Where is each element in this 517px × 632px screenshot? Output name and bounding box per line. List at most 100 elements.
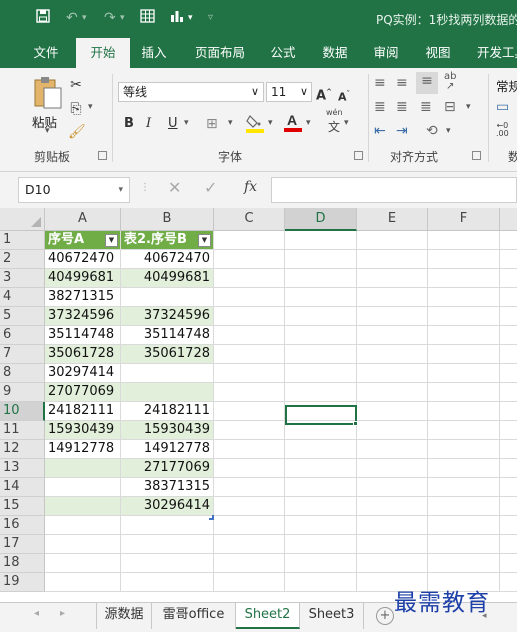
next-sheet-icon[interactable]: ▸ xyxy=(60,608,65,619)
table-cell[interactable]: 35114748 xyxy=(45,326,121,345)
wrap-dropdown-icon[interactable]: ▾ xyxy=(446,126,451,136)
table-cell[interactable]: 14912778 xyxy=(121,440,214,459)
cell-d12[interactable] xyxy=(285,440,357,459)
tab-file[interactable]: 文件 xyxy=(26,38,66,68)
border-dropdown-icon[interactable]: ▾ xyxy=(228,118,233,128)
tab-insert[interactable]: 插入 xyxy=(134,38,174,68)
row-header-12[interactable]: 12 xyxy=(0,440,45,459)
font-launcher-icon[interactable] xyxy=(354,151,363,160)
font-color-icon[interactable]: A xyxy=(284,112,302,137)
table-cell[interactable] xyxy=(121,364,214,383)
table-cell[interactable] xyxy=(121,288,214,307)
cell-c10[interactable] xyxy=(214,402,285,421)
column-header-a[interactable]: A xyxy=(45,208,121,231)
cell-f13[interactable] xyxy=(428,459,500,478)
align-left-icon[interactable]: ≣ xyxy=(374,98,386,116)
phonetic-dropdown-icon[interactable]: ▾ xyxy=(344,118,349,128)
name-box[interactable]: D10 ▾ xyxy=(18,177,130,203)
cell-b16[interactable] xyxy=(121,516,214,535)
sheet-tab-sheet3[interactable]: Sheet3 xyxy=(300,603,364,629)
cell-e7[interactable] xyxy=(357,345,428,364)
row-header-19[interactable]: 19 xyxy=(0,573,45,592)
font-size-select[interactable]: 11 ∨ xyxy=(266,82,312,102)
cell-g3[interactable] xyxy=(500,269,517,288)
cell-d4[interactable] xyxy=(285,288,357,307)
shrink-font-icon[interactable]: Aˇ xyxy=(338,85,350,107)
active-cell-d10[interactable] xyxy=(285,405,357,425)
clipboard-launcher-icon[interactable] xyxy=(98,151,107,160)
phonetic-icon[interactable]: 文 xyxy=(328,118,340,135)
cell-d8[interactable] xyxy=(285,364,357,383)
cell-c8[interactable] xyxy=(214,364,285,383)
cell-e3[interactable] xyxy=(357,269,428,288)
cell-g9[interactable] xyxy=(500,383,517,402)
cell-g15[interactable] xyxy=(500,497,517,516)
align-bottom-icon[interactable]: ≡ xyxy=(416,72,438,94)
cell-a19[interactable] xyxy=(45,573,121,592)
alignment-launcher-icon[interactable] xyxy=(472,151,481,160)
cell-g7[interactable] xyxy=(500,345,517,364)
tab-formulas[interactable]: 公式 xyxy=(263,38,303,68)
cell-c1[interactable] xyxy=(214,231,285,250)
phonetic-top[interactable]: wén xyxy=(326,108,343,117)
font-name-select[interactable]: 等线 ∨ xyxy=(118,82,264,102)
redo-dropdown-icon[interactable]: ▾ xyxy=(120,9,125,27)
align-middle-icon[interactable]: ≡ xyxy=(396,74,408,92)
row-header-8[interactable]: 8 xyxy=(0,364,45,383)
cell-f7[interactable] xyxy=(428,345,500,364)
fill-dropdown-icon[interactable]: ▾ xyxy=(268,118,273,128)
column-header-b[interactable]: B xyxy=(121,208,214,231)
table-cell[interactable]: 14912778 xyxy=(45,440,121,459)
table-cell[interactable]: 35061728 xyxy=(45,345,121,364)
cell-d16[interactable] xyxy=(285,516,357,535)
cell-f16[interactable] xyxy=(428,516,500,535)
row-header-15[interactable]: 15 xyxy=(0,497,45,516)
increase-indent-icon[interactable]: ⇥ xyxy=(396,122,408,140)
cell-g5[interactable] xyxy=(500,307,517,326)
cell-c15[interactable] xyxy=(214,497,285,516)
cell-g6[interactable] xyxy=(500,326,517,345)
formula-input[interactable] xyxy=(271,177,517,203)
format-painter-icon[interactable]: 🖌 xyxy=(68,123,86,141)
cell-f18[interactable] xyxy=(428,554,500,573)
cell-a17[interactable] xyxy=(45,535,121,554)
cell-d3[interactable] xyxy=(285,269,357,288)
copy-icon[interactable]: ⎘ xyxy=(68,100,84,118)
cell-c13[interactable] xyxy=(214,459,285,478)
table-resize-handle[interactable] xyxy=(209,515,214,520)
orientation-icon[interactable]: ab ↗ xyxy=(444,72,456,92)
cell-c16[interactable] xyxy=(214,516,285,535)
tab-page-layout[interactable]: 页面布局 xyxy=(188,38,252,68)
cell-f12[interactable] xyxy=(428,440,500,459)
table-cell[interactable]: 40672470 xyxy=(45,250,121,269)
cell-c2[interactable] xyxy=(214,250,285,269)
align-center-icon[interactable]: ≣ xyxy=(396,98,408,116)
row-header-14[interactable]: 14 xyxy=(0,478,45,497)
table-cell[interactable]: 30296414 xyxy=(121,497,214,516)
cell-c12[interactable] xyxy=(214,440,285,459)
border-icon[interactable]: ⊞ xyxy=(206,115,218,133)
row-header-18[interactable]: 18 xyxy=(0,554,45,573)
cell-f10[interactable] xyxy=(428,402,500,421)
table-cell[interactable]: 35061728 xyxy=(121,345,214,364)
cell-g1[interactable] xyxy=(500,231,517,250)
cell-g18[interactable] xyxy=(500,554,517,573)
cell-c19[interactable] xyxy=(214,573,285,592)
sheet-tab-sheet2[interactable]: Sheet2 xyxy=(236,603,300,629)
cell-e5[interactable] xyxy=(357,307,428,326)
cell-d5[interactable] xyxy=(285,307,357,326)
cell-a16[interactable] xyxy=(45,516,121,535)
table-cell[interactable]: 40672470 xyxy=(121,250,214,269)
table-cell[interactable]: 27177069 xyxy=(121,459,214,478)
cell-e13[interactable] xyxy=(357,459,428,478)
cell-f5[interactable] xyxy=(428,307,500,326)
table-cell[interactable]: 15930439 xyxy=(45,421,121,440)
row-header-2[interactable]: 2 xyxy=(0,250,45,269)
copy-dropdown-icon[interactable]: ▾ xyxy=(88,102,93,112)
cell-e12[interactable] xyxy=(357,440,428,459)
column-header-c[interactable]: C xyxy=(214,208,285,231)
cell-d6[interactable] xyxy=(285,326,357,345)
currency-icon[interactable]: ▭ xyxy=(496,98,509,116)
cell-d7[interactable] xyxy=(285,345,357,364)
row-header-13[interactable]: 13 xyxy=(0,459,45,478)
